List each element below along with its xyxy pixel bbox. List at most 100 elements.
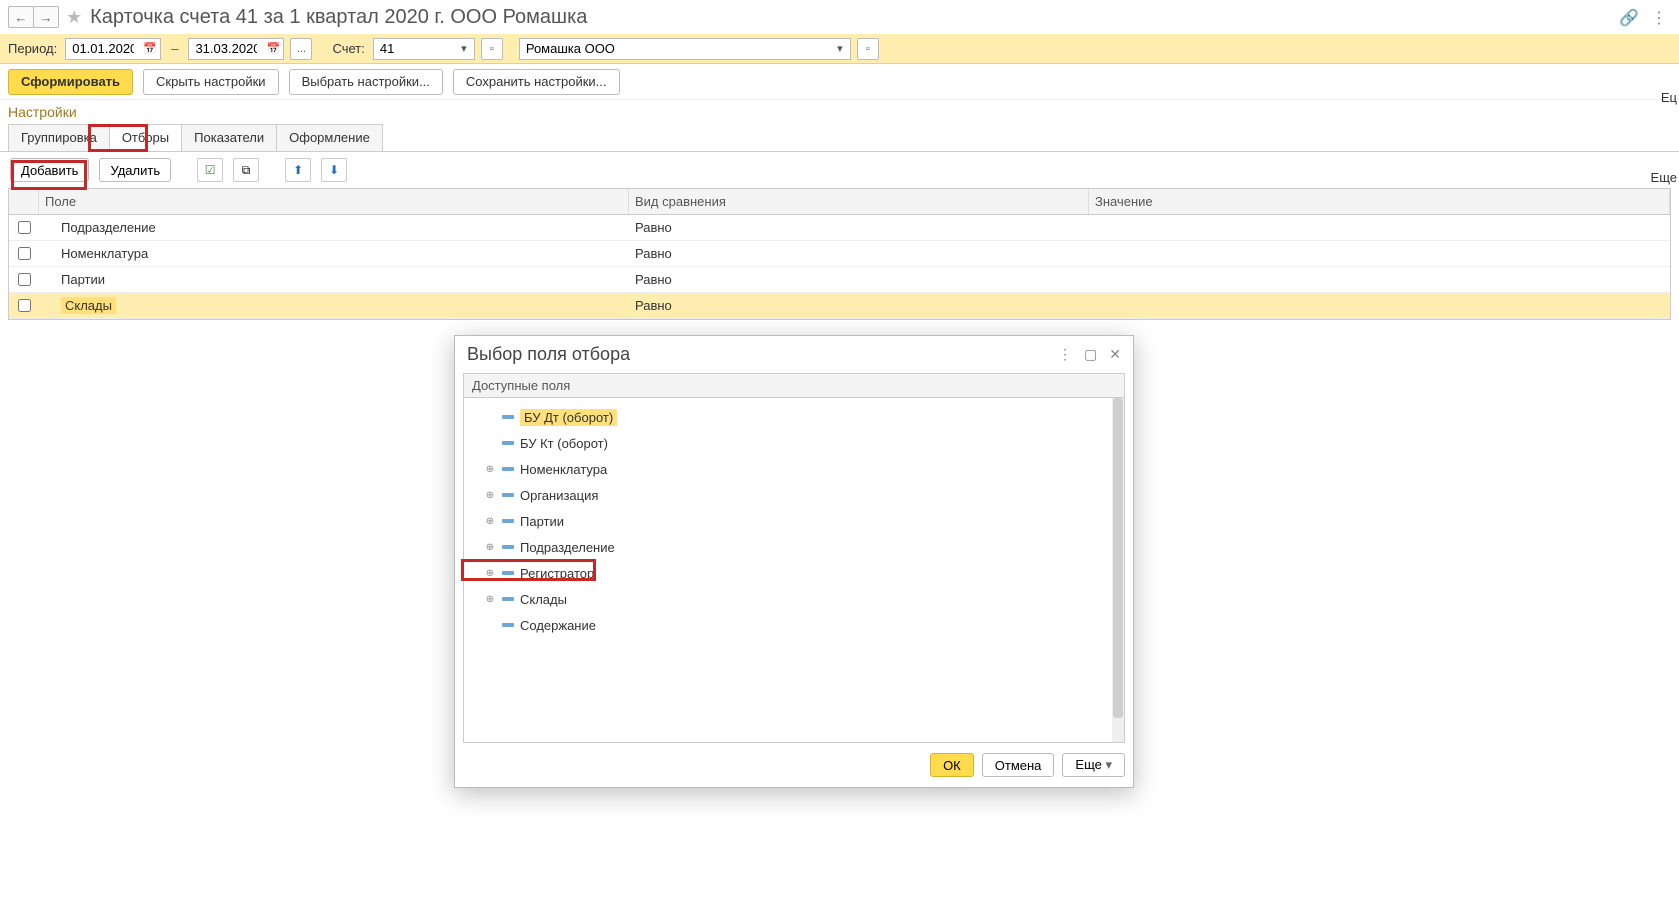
delete-filter-button[interactable]: Удалить xyxy=(99,158,171,182)
more-icon[interactable]: ⋮ xyxy=(1651,8,1667,28)
tree-item[interactable]: •БУ Кт (оборот) xyxy=(464,430,1124,456)
tree-scrollbar[interactable] xyxy=(1112,398,1124,742)
more-button-edge[interactable]: Ец xyxy=(1661,90,1677,105)
choose-settings-button[interactable]: Выбрать настройки... xyxy=(289,69,443,95)
tree-item-label: БУ Кт (оборот) xyxy=(520,436,608,451)
org-input[interactable] xyxy=(520,39,830,59)
field-bar-icon xyxy=(502,415,514,419)
tree-header: Доступные поля xyxy=(464,374,1124,398)
field-bar-icon xyxy=(502,519,514,523)
move-up-icon[interactable]: ⬆ xyxy=(285,158,311,182)
row-checkbox[interactable] xyxy=(18,299,31,312)
tab-indicators[interactable]: Показатели xyxy=(181,124,277,151)
expander-icon[interactable]: ⊕ xyxy=(484,594,496,605)
period-from-field[interactable]: 📅 xyxy=(65,38,161,60)
filters-table: Поле Вид сравнения Значение Подразделени… xyxy=(8,188,1671,320)
dialog-cancel-button[interactable]: Отмена xyxy=(982,753,1055,777)
tree-item[interactable]: ⊕ Организация xyxy=(464,482,1124,508)
row-cmp: Равно xyxy=(629,298,1089,313)
tree-item-label: Партии xyxy=(520,514,564,529)
tree-item-label: Организация xyxy=(520,488,598,503)
run-report-button[interactable]: Сформировать xyxy=(8,69,133,95)
tree-item[interactable]: ⊕ Подразделение xyxy=(464,534,1124,560)
tree-item-label: Склады xyxy=(520,592,567,607)
period-to-field[interactable]: 📅 xyxy=(188,38,284,60)
chevron-down-icon[interactable]: ▾ xyxy=(454,39,474,59)
period-to-input[interactable] xyxy=(189,39,263,59)
field-bar-icon xyxy=(502,545,514,549)
table-row[interactable]: НоменклатураРавно xyxy=(9,241,1670,267)
table-row[interactable]: ПартииРавно xyxy=(9,267,1670,293)
field-bar-icon xyxy=(502,571,514,575)
period-from-input[interactable] xyxy=(66,39,140,59)
tree-item[interactable]: ⊕ Партии xyxy=(464,508,1124,534)
filters-more-edge[interactable]: Еще xyxy=(1651,170,1677,185)
settings-tabs: Группировка Отборы Показатели Оформление xyxy=(0,124,1679,152)
chevron-down-icon[interactable]: ▾ xyxy=(830,39,850,59)
dialog-ok-button[interactable]: ОК xyxy=(930,753,974,777)
fields-tree[interactable]: Доступные поля •БУ Дт (оборот)•БУ Кт (об… xyxy=(463,373,1125,743)
row-field: Склады xyxy=(39,298,629,313)
col-field: Поле xyxy=(39,189,629,214)
expander-icon[interactable]: ⊕ xyxy=(484,464,496,475)
save-settings-button[interactable]: Сохранить настройки... xyxy=(453,69,620,95)
calendar-icon[interactable]: 📅 xyxy=(263,39,283,59)
dialog-close-icon[interactable]: ✕ xyxy=(1109,346,1121,363)
tree-item-label: Подразделение xyxy=(520,540,615,555)
col-cmp: Вид сравнения xyxy=(629,189,1089,214)
tree-item[interactable]: •Содержание xyxy=(464,612,1124,638)
period-ellipsis-button[interactable]: ... xyxy=(290,38,312,60)
row-field: Партии xyxy=(39,272,629,287)
copy-icon[interactable]: ⧉ xyxy=(233,158,259,182)
nav-back-button[interactable]: ← xyxy=(8,6,34,28)
org-field[interactable]: ▾ xyxy=(519,38,851,60)
account-field[interactable]: ▾ xyxy=(373,38,475,60)
expander-icon[interactable]: ⊕ xyxy=(484,542,496,553)
settings-title: Настройки xyxy=(0,100,1679,120)
move-down-icon[interactable]: ⬇ xyxy=(321,158,347,182)
dialog-more-icon[interactable]: ⋮ xyxy=(1058,346,1072,363)
tab-filters[interactable]: Отборы xyxy=(109,124,182,151)
tree-item-label: Номенклатура xyxy=(520,462,607,477)
tree-item[interactable]: ⊕ Склады xyxy=(464,586,1124,612)
account-input[interactable] xyxy=(374,39,454,59)
calendar-icon[interactable]: 📅 xyxy=(140,39,160,59)
expander-icon[interactable]: ⊕ xyxy=(484,516,496,527)
account-label: Счет: xyxy=(332,41,364,56)
expander-icon[interactable]: ⊕ xyxy=(484,568,496,579)
expander-icon[interactable]: ⊕ xyxy=(484,490,496,501)
tree-item[interactable]: ⊕ Регистратор xyxy=(464,560,1124,586)
dialog-maximize-icon[interactable]: ▢ xyxy=(1084,346,1097,363)
row-checkbox[interactable] xyxy=(18,247,31,260)
table-row[interactable]: ПодразделениеРавно xyxy=(9,215,1670,241)
field-bar-icon xyxy=(502,623,514,627)
row-cmp: Равно xyxy=(629,272,1089,287)
tree-item[interactable]: •БУ Дт (оборот) xyxy=(464,404,1124,430)
org-open-button[interactable]: ▫ xyxy=(857,38,879,60)
tree-item[interactable]: ⊕ Номенклатура xyxy=(464,456,1124,482)
favorite-star-icon[interactable]: ★ xyxy=(66,7,82,28)
tree-item-label: Содержание xyxy=(520,618,596,633)
field-bar-icon xyxy=(502,597,514,601)
select-field-dialog: Выбор поля отбора ⋮ ▢ ✕ Доступные поля •… xyxy=(454,335,1134,788)
nav-forward-button[interactable]: → xyxy=(33,6,59,28)
page-title: Карточка счета 41 за 1 квартал 2020 г. О… xyxy=(90,6,587,29)
tab-grouping[interactable]: Группировка xyxy=(8,124,110,151)
add-filter-button[interactable]: Добавить xyxy=(10,158,89,182)
account-open-button[interactable]: ▫ xyxy=(481,38,503,60)
row-checkbox[interactable] xyxy=(18,221,31,234)
link-icon[interactable]: 🔗 xyxy=(1619,8,1639,28)
field-bar-icon xyxy=(502,467,514,471)
checkall-icon[interactable]: ☑ xyxy=(197,158,223,182)
period-separator: – xyxy=(171,41,178,56)
tab-design[interactable]: Оформление xyxy=(276,124,383,151)
dialog-more-button[interactable]: Еще xyxy=(1062,753,1125,777)
field-bar-icon xyxy=(502,493,514,497)
table-row[interactable]: СкладыРавно xyxy=(9,293,1670,319)
row-cmp: Равно xyxy=(629,220,1089,235)
row-field: Номенклатура xyxy=(39,246,629,261)
tree-item-label: Регистратор xyxy=(520,566,594,581)
hide-settings-button[interactable]: Скрыть настройки xyxy=(143,69,279,95)
row-checkbox[interactable] xyxy=(18,273,31,286)
dialog-title: Выбор поля отбора xyxy=(467,344,630,365)
